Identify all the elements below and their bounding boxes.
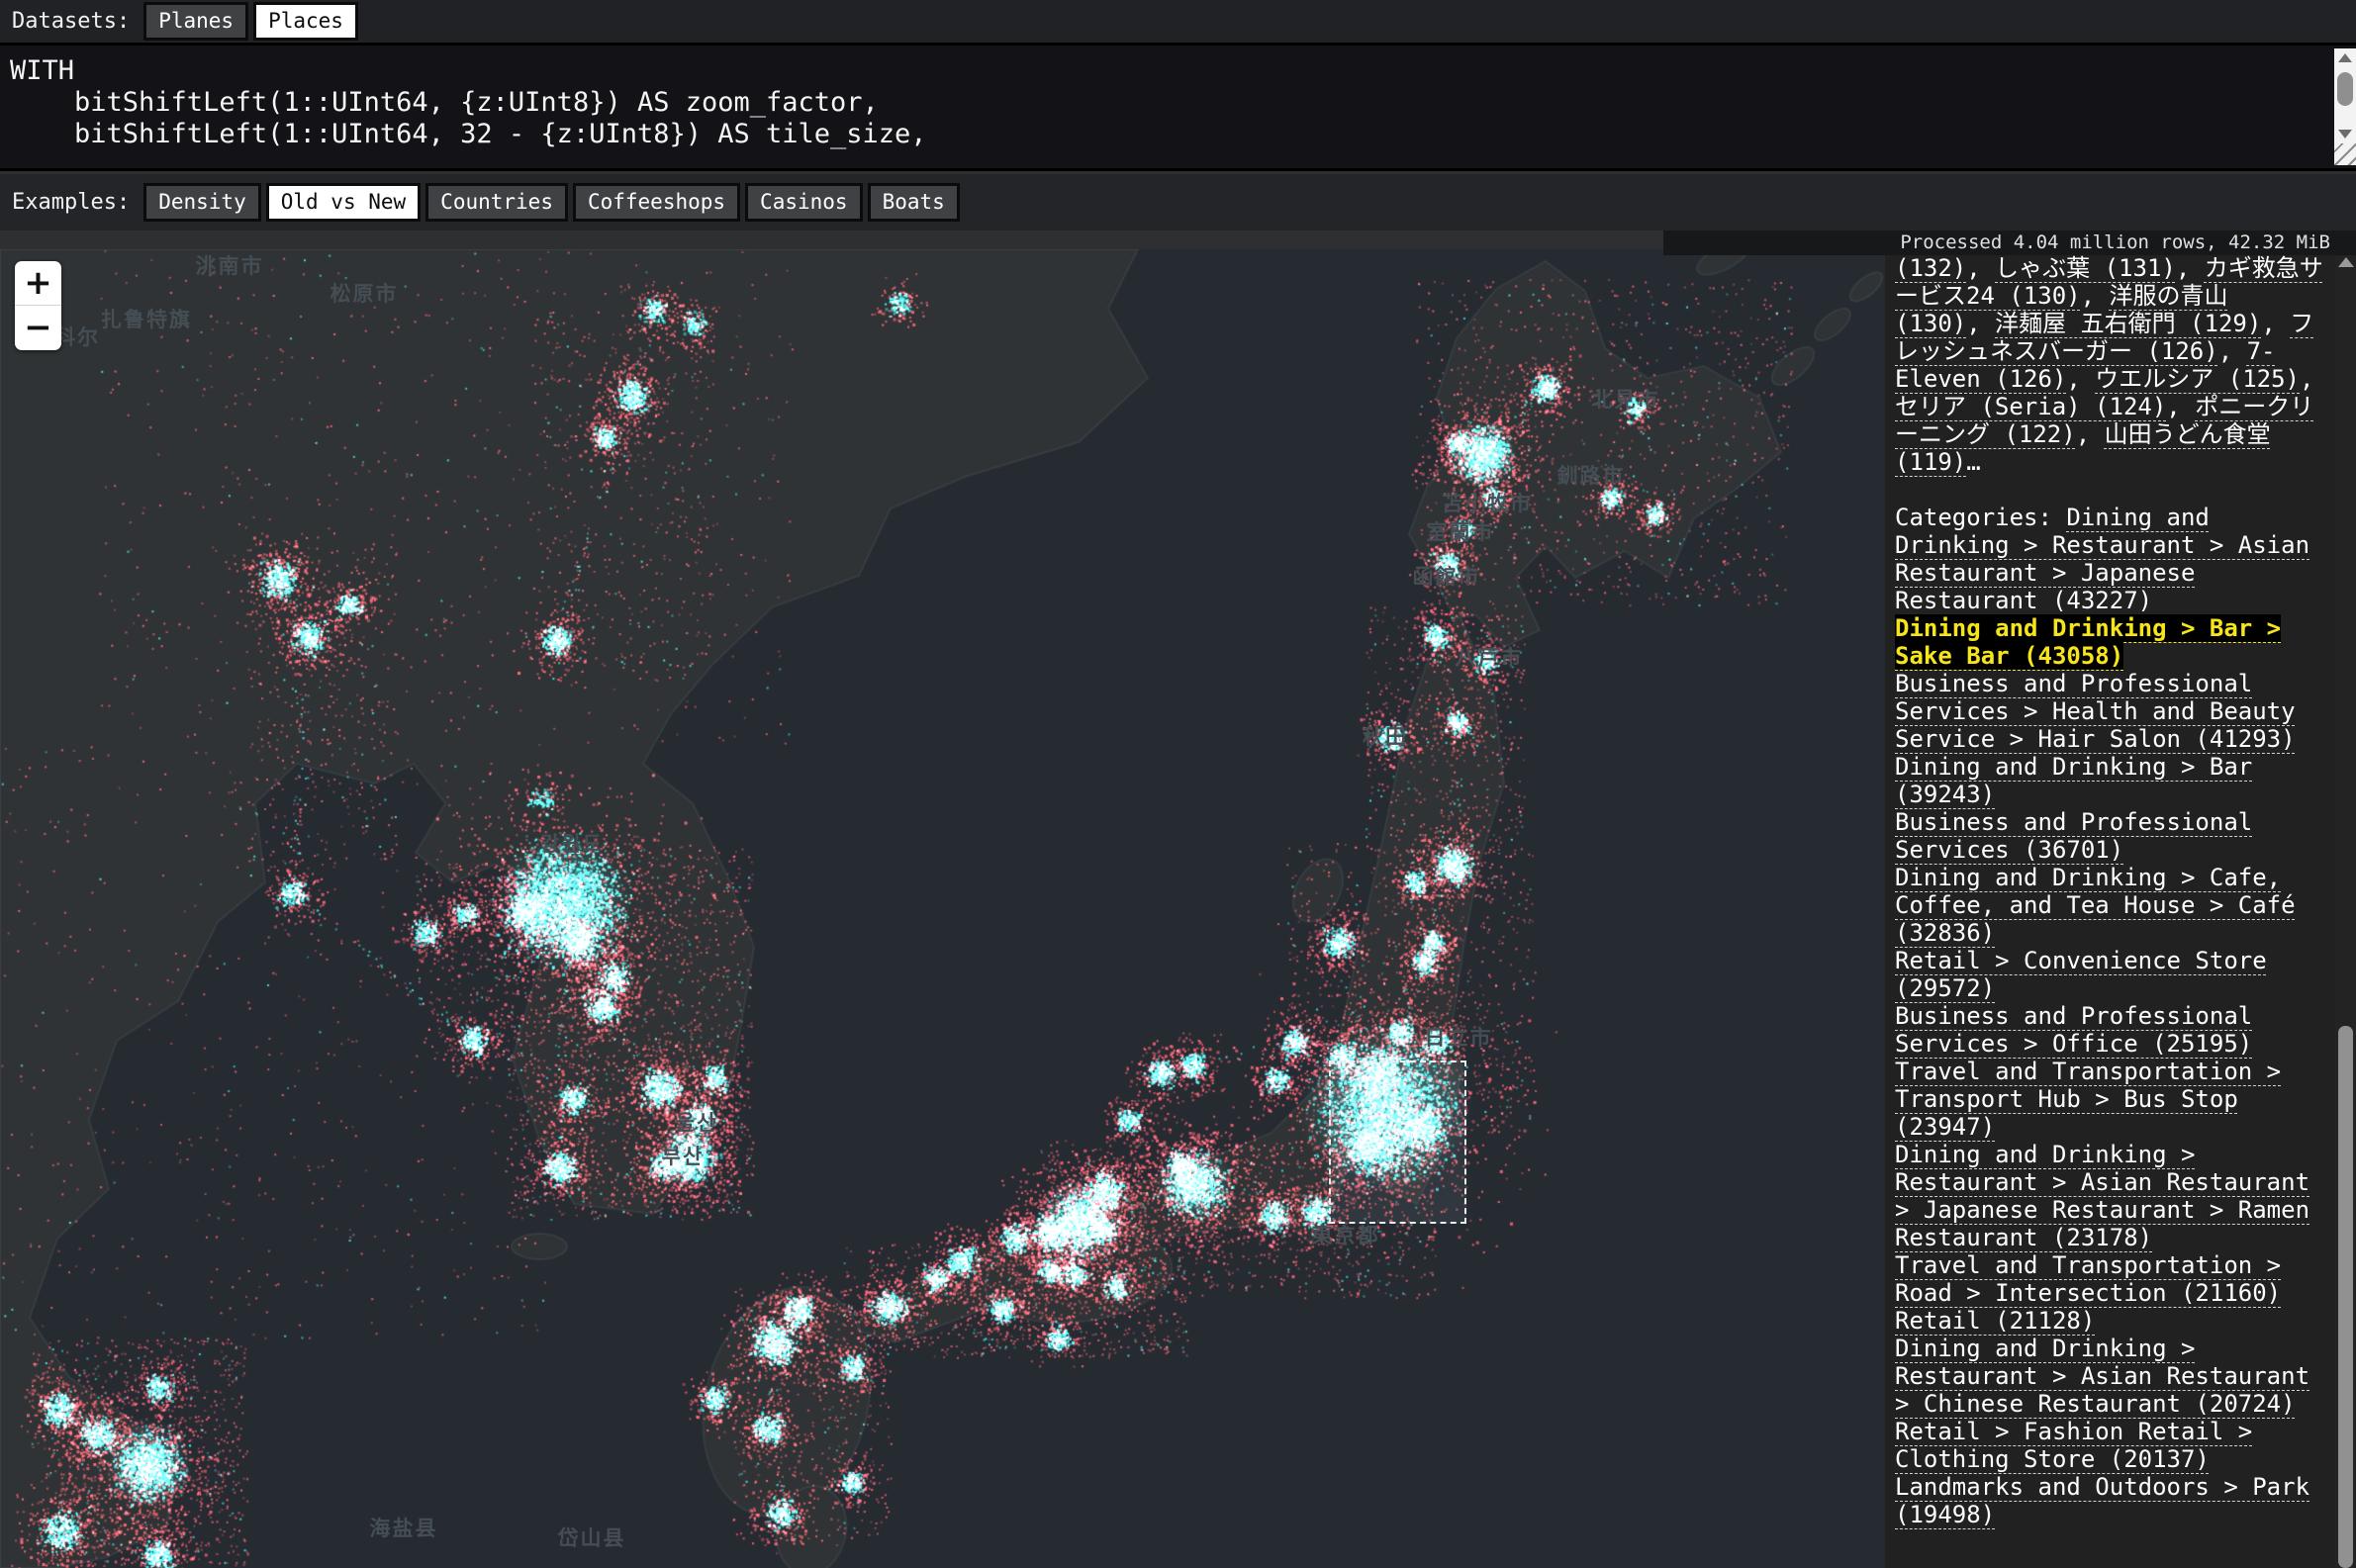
map-place-label: 울산 xyxy=(676,1107,718,1137)
map-place-label: 洮南市 xyxy=(196,250,264,280)
map-selection-box[interactable] xyxy=(1329,1061,1466,1224)
sql-code-text[interactable]: WITH bitShiftLeft(1::UInt64, {z:UInt8}) … xyxy=(10,55,2326,168)
map-place-label: 日立市 xyxy=(1425,1022,1493,1052)
results-sidebar: (132), しゃぶ葉 (131), カギ救急サービス24 (130), 洋服の… xyxy=(1885,249,2335,1568)
editor-scrollbar[interactable] xyxy=(2334,48,2356,165)
example-button-casinos[interactable]: Casinos xyxy=(745,183,863,222)
category-link[interactable]: Travel and Transportation > Transport Hu… xyxy=(1895,1058,2281,1141)
example-button-old-vs-new[interactable]: Old vs New xyxy=(266,183,421,222)
map-place-label: 秋田 xyxy=(1363,721,1408,751)
editor-scrollbar-thumb[interactable] xyxy=(2337,72,2353,106)
dataset-button-group: PlanesPlaces xyxy=(143,2,358,41)
scroll-down-icon[interactable] xyxy=(2338,130,2352,138)
scroll-up-icon[interactable] xyxy=(2338,53,2352,62)
examples-label: Examples: xyxy=(12,190,130,215)
category-link[interactable]: Dining and Drinking > Cafe, Coffee, and … xyxy=(1895,864,2296,947)
category-link[interactable]: Business and Professional Services > Hea… xyxy=(1895,670,2296,753)
top-name-link[interactable]: ウエルシア (125) xyxy=(2095,365,2300,393)
map-zoom-control: + − xyxy=(15,261,61,350)
map-place-label: 岱山县 xyxy=(558,1522,626,1552)
example-button-density[interactable]: Density xyxy=(143,183,261,222)
map-place-label: 苫小牧市 xyxy=(1442,488,1533,517)
example-button-countries[interactable]: Countries xyxy=(425,183,568,222)
top-name-link[interactable]: (132) xyxy=(1895,254,1966,282)
example-button-group: DensityOld vs NewCountriesCoffeeshopsCas… xyxy=(143,183,960,222)
category-link[interactable]: Landmarks and Outdoors > Park (19498) xyxy=(1895,1473,2309,1528)
example-button-coffeeshops[interactable]: Coffeeshops xyxy=(573,183,740,222)
datasets-label: Datasets: xyxy=(12,9,130,34)
category-link[interactable]: Business and Professional Services (3670… xyxy=(1895,808,2252,864)
scroll-up-icon[interactable] xyxy=(2338,257,2354,267)
map-viewport[interactable]: 洮南市松原市扎鲁特旗科尔北見市釧路市苫小牧市室蘭市函館市八戸市秋田강원도日立市울… xyxy=(0,249,1885,1568)
category-link[interactable]: Dining and Drinking > Restaurant > Asian… xyxy=(1895,1141,2309,1251)
status-bar: Processed 4.04 million rows, 42.32 MiB xyxy=(1663,231,2356,255)
page-scrollbar[interactable] xyxy=(2335,249,2356,1568)
editor-scrollbar-track[interactable] xyxy=(2334,48,2356,143)
top-name-link[interactable]: セリア (Seria) (124) xyxy=(1895,393,2166,420)
categories-label: Categories: xyxy=(1895,504,2066,531)
map-canvas[interactable] xyxy=(0,249,1885,1568)
app-window: Datasets: PlanesPlaces WITH bitShiftLeft… xyxy=(0,0,2356,1568)
top-name-link[interactable]: 洋麺屋 五右衛門 (129) xyxy=(1995,310,2261,337)
category-link[interactable]: Retail > Fashion Retail > Clothing Store… xyxy=(1895,1418,2252,1473)
map-place-label: 東京都 xyxy=(1312,1220,1380,1249)
map-place-label: 八戸市 xyxy=(1456,642,1524,672)
top-names-list: (132), しゃぶ葉 (131), カギ救急サービス24 (130), 洋服の… xyxy=(1895,254,2323,476)
dataset-button-planes[interactable]: Planes xyxy=(143,2,248,41)
content-row: 洮南市松原市扎鲁特旗科尔北見市釧路市苫小牧市室蘭市函館市八戸市秋田강원도日立市울… xyxy=(0,249,2356,1568)
category-link[interactable]: Retail (21128) xyxy=(1895,1307,2095,1335)
map-place-label: 海盐县 xyxy=(370,1513,438,1542)
category-link-selected[interactable]: Dining and Drinking > Bar > Sake Bar (43… xyxy=(1895,614,2281,670)
map-place-label: 函館市 xyxy=(1413,561,1481,591)
examples-bar: Examples: DensityOld vs NewCountriesCoff… xyxy=(0,174,2356,231)
example-button-boats[interactable]: Boats xyxy=(868,183,960,222)
category-link[interactable]: Dining and Drinking > Restaurant > Asian… xyxy=(1895,1335,2309,1418)
map-place-label: 室蘭市 xyxy=(1427,516,1495,546)
datasets-bar: Datasets: PlanesPlaces xyxy=(0,0,2356,43)
top-name-link[interactable]: しゃぶ葉 (131) xyxy=(1995,254,2176,282)
query-editor[interactable]: WITH bitShiftLeft(1::UInt64, {z:UInt8}) … xyxy=(0,43,2356,171)
map-place-label: 釧路市 xyxy=(1557,460,1626,490)
map-place-label: 松原市 xyxy=(330,278,399,308)
map-place-label: 강원도 xyxy=(540,828,604,858)
category-link[interactable]: Dining and Drinking > Bar (39243) xyxy=(1895,753,2252,808)
map-place-label: 扎鲁特旗 xyxy=(101,304,192,333)
categories-list: Categories: Dining and Drinking > Restau… xyxy=(1895,504,2323,1528)
category-link[interactable]: Travel and Transportation > Road > Inter… xyxy=(1895,1251,2281,1307)
status-text: Processed 4.04 million rows, 42.32 MiB xyxy=(1900,231,2330,253)
dataset-button-places[interactable]: Places xyxy=(253,2,358,41)
page-scrollbar-thumb[interactable] xyxy=(2338,1026,2353,1568)
zoom-out-button[interactable]: − xyxy=(15,306,61,350)
map-place-label: 北見市 xyxy=(1592,384,1660,414)
zoom-in-button[interactable]: + xyxy=(15,261,61,306)
category-link[interactable]: Business and Professional Services > Off… xyxy=(1895,1002,2252,1058)
resize-grip-icon[interactable] xyxy=(2334,143,2356,165)
category-link[interactable]: Retail > Convenience Store (29572) xyxy=(1895,947,2267,1002)
map-place-label: 부산 xyxy=(662,1141,705,1170)
